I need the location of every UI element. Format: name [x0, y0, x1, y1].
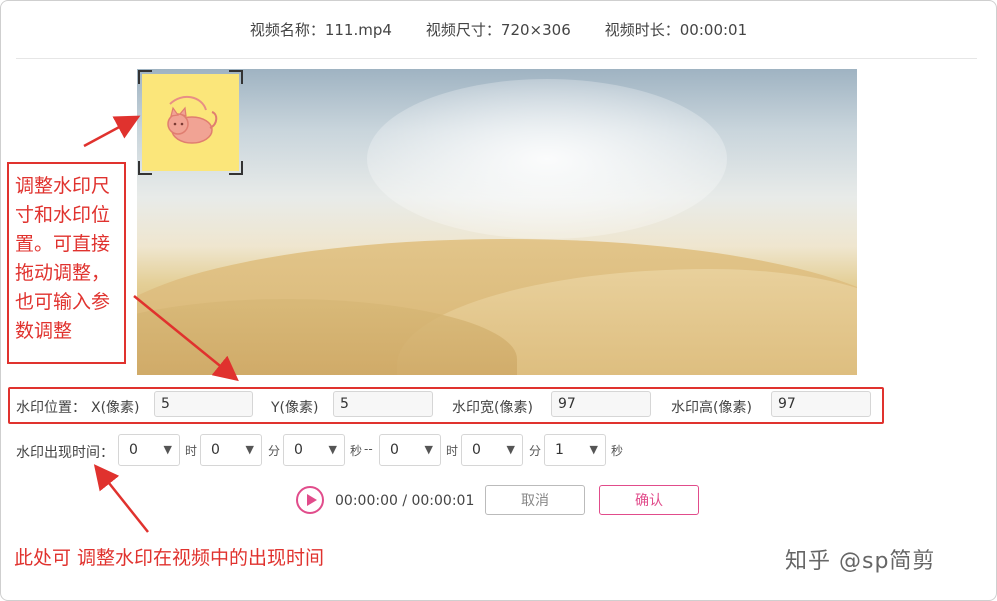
- unit-minute: 分: [529, 444, 542, 458]
- start-minute-select[interactable]: 0 ▼: [200, 434, 262, 466]
- height-input[interactable]: [771, 391, 871, 417]
- player-controls: 00:00:00 / 00:00:01 取消 确认: [0, 485, 997, 517]
- width-input[interactable]: [551, 391, 651, 417]
- chevron-down-icon: ▼: [424, 443, 433, 456]
- y-input[interactable]: [333, 391, 433, 417]
- time-section-label: 水印出现时间：: [16, 445, 114, 461]
- unit-minute: 分: [268, 444, 281, 458]
- chevron-down-icon: ▼: [589, 443, 598, 456]
- brand-watermark: 知乎 @sp简剪: [785, 549, 936, 574]
- end-second-value: 1: [555, 442, 564, 458]
- height-label: 水印高(像素): [671, 400, 752, 416]
- play-button[interactable]: [296, 486, 324, 514]
- start-minute-value: 0: [211, 442, 220, 458]
- chevron-down-icon: ▼: [328, 443, 337, 456]
- confirm-button[interactable]: 确认: [599, 485, 699, 515]
- unit-hour: 时: [446, 444, 459, 458]
- range-separator: --: [364, 442, 373, 456]
- chevron-down-icon: ▼: [245, 443, 254, 456]
- width-label: 水印宽(像素): [452, 400, 533, 416]
- end-hour-select[interactable]: 0 ▼: [379, 434, 441, 466]
- unit-second: 秒: [350, 444, 363, 458]
- unit-hour: 时: [185, 444, 198, 458]
- cancel-button[interactable]: 取消: [485, 485, 585, 515]
- arrow-to-position-row: [133, 295, 239, 382]
- start-hour-select[interactable]: 0 ▼: [118, 434, 180, 466]
- y-label: Y(像素): [271, 400, 319, 416]
- time-annotation: 此处可 调整水印在视频中的出现时间: [14, 547, 325, 569]
- unit-second: 秒: [611, 444, 624, 458]
- x-label: X(像素): [91, 400, 140, 416]
- end-minute-value: 0: [472, 442, 481, 458]
- start-second-select[interactable]: 0 ▼: [283, 434, 345, 466]
- start-hour-value: 0: [129, 442, 138, 458]
- watermark-time-row: 水印出现时间： 0 ▼ 时 0 ▼ 分 0 ▼ 秒 -- 0 ▼ 时 0 ▼ 分 1 ▼ 秒: [0, 434, 997, 466]
- chevron-down-icon: ▼: [506, 443, 515, 456]
- timecode: 00:00:00 / 00:00:01: [335, 493, 475, 509]
- start-second-value: 0: [294, 442, 303, 458]
- end-hour-value: 0: [390, 442, 399, 458]
- end-minute-select[interactable]: 0 ▼: [461, 434, 523, 466]
- chevron-down-icon: ▼: [163, 443, 172, 456]
- end-second-select[interactable]: 1 ▼: [544, 434, 606, 466]
- watermark-position-row: 水印位置： X(像素) Y(像素) 水印宽(像素) 水印高(像素): [8, 388, 884, 424]
- arrow-to-watermark: [83, 115, 141, 148]
- position-section-label: 水印位置：: [16, 400, 86, 416]
- x-input[interactable]: [154, 391, 253, 417]
